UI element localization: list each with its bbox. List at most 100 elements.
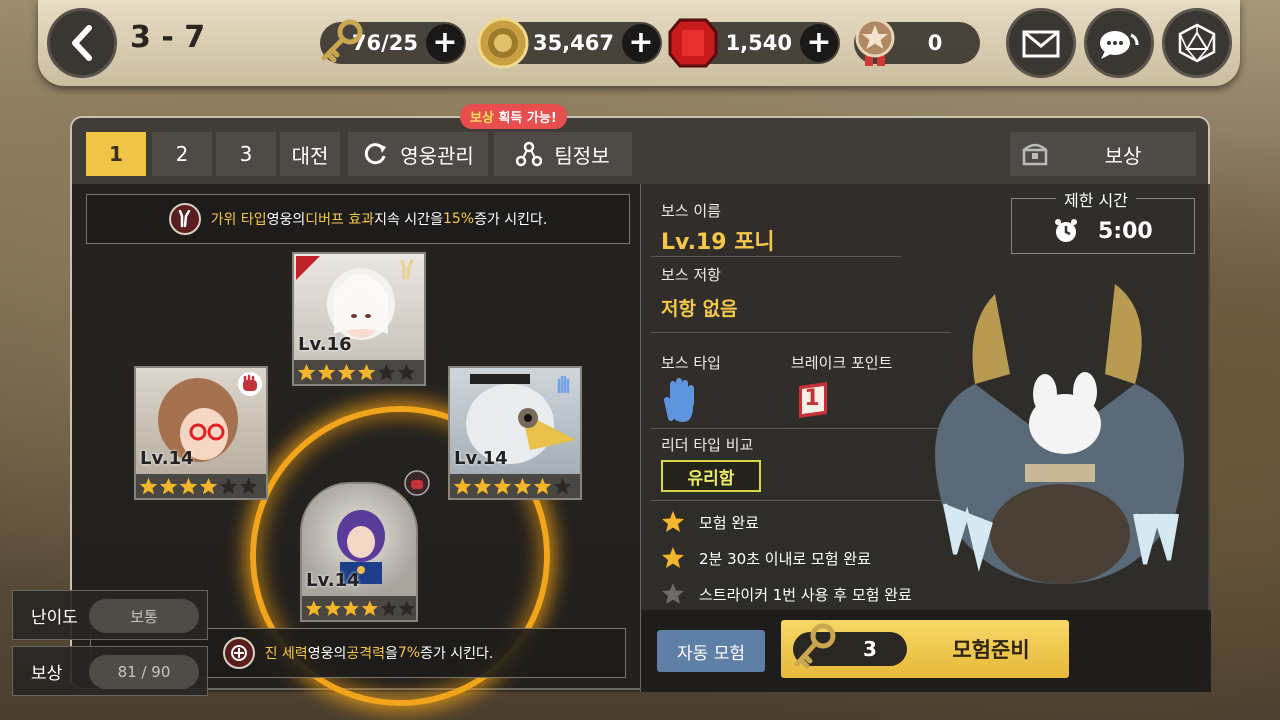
faction-emblem-icon [230,645,247,661]
alarm-clock-icon [1055,219,1077,242]
star-empty-icon [219,477,238,494]
medal-counter: 0 [854,18,980,66]
star-filled-icon [139,477,158,494]
boss-info: 보스 이름 Lv.19 포니 보스 저항 저항 없음 제한 시간 5:00 보스… [640,184,1211,692]
debuff-corner-icon [296,256,320,280]
tab-team-info[interactable]: 팀정보 [494,132,632,176]
star-filled-icon [199,477,218,494]
stage-panel: 1 2 3 대전 영웅관리 팀정보 보상 보상 획득 가능! 가위 타입 영웅의… [70,104,1211,706]
mission-item: 모험 완료 [661,510,759,534]
star-filled-icon [533,477,552,494]
adventure-ready-button[interactable]: 3 모험준비 [781,620,1069,678]
mission-item: 2분 30초 이내로 모험 완료 [661,546,871,570]
scissors-hand-icon [178,210,190,228]
star-filled-icon [179,477,198,494]
break-point-label: 브레이크 포인트 [791,354,893,372]
star-filled-icon [297,363,316,380]
ruby-icon [668,18,718,68]
tab-battle[interactable]: 대전 [280,132,340,176]
star-filled-icon [343,599,360,616]
gold-coin-icon [477,17,529,69]
break-point-value: 1 [804,386,820,411]
mission-text: 2분 30초 이내로 모험 완료 [699,549,871,568]
key-icon [794,623,836,669]
key-cost: 3 [793,623,907,669]
star-filled-icon [159,477,178,494]
time-limit-box: 제한 시간 5:00 [1011,187,1195,254]
adventure-ready-label: 모험준비 [952,638,1030,662]
star-empty-icon [397,363,416,380]
hero-stars [450,474,580,498]
refresh-icon [365,143,387,165]
star-empty-icon [399,599,416,616]
tab-team-2[interactable]: 2 [152,132,212,176]
mission-item: 스트라이커 1번 사용 후 모험 완료 [661,582,912,606]
star-filled-icon [513,477,532,494]
team-nodes-icon [516,141,543,167]
hero-slot-right[interactable]: Lv.14 [448,366,582,500]
paper-hand-icon [664,378,694,422]
time-limit-value: 5:00 [1098,219,1153,244]
hero-stars [302,596,416,620]
star-filled-icon [453,477,472,494]
stage-reward-progress[interactable]: 보상 81 / 90 [12,646,208,696]
difficulty-selector[interactable]: 난이도 보통 [12,590,208,640]
tab-hero-management[interactable]: 영웅관리 [348,132,488,176]
hero-slot-leader[interactable]: Lv.14 [300,482,418,622]
tab-team-1[interactable]: 1 [86,132,146,176]
key-cost-value: 3 [863,637,877,661]
d20-dice-icon [1178,23,1216,63]
paper-type-icon [557,375,570,394]
hero-stars [136,474,266,498]
tab-hero-management-label: 영웅관리 [400,143,474,168]
star-filled-icon [337,363,356,380]
gold-counter: 35,467 + [477,17,662,69]
mail-icon [1022,30,1060,58]
reward-available-tag: 보상 획득 가능! [460,104,567,129]
boss-resist: 저항 없음 [661,298,738,320]
key-icon [321,19,363,63]
mail-button[interactable] [1006,8,1076,78]
add-ruby-button[interactable]: + [800,24,838,62]
mission-text: 스트라이커 1번 사용 후 모험 완료 [699,585,912,604]
boss-name-label: 보스 이름 [661,202,721,220]
reward-button-label: 보상 [1104,143,1142,168]
back-button[interactable] [47,8,117,78]
stage-title: 3 - 7 [130,20,206,55]
star-empty-icon [377,363,396,380]
star-filled-icon [305,599,322,616]
auto-adventure-button[interactable]: 자동 모험 [657,630,765,672]
scissors-type-icon [400,259,414,280]
star-empty-icon [239,477,258,494]
reward-button[interactable]: 보상 [1010,132,1196,176]
chat-bubble-icon [1100,31,1139,59]
key-counter: 76/25 + [320,19,466,64]
stage-reward-label: 보상 [31,663,63,684]
star-filled-icon [662,547,684,568]
hero-level: Lv.14 [306,570,360,591]
hero-level: Lv.14 [140,448,194,469]
chevron-left-icon [72,25,92,61]
tab-team-3[interactable]: 3 [216,132,276,176]
dice-button[interactable] [1162,8,1232,78]
star-empty-icon [662,583,684,604]
star-filled-icon [357,363,376,380]
boss-name: Lv.19 포니 [661,230,775,255]
leader-compare-label: 리더 타입 비교 [661,436,754,454]
break-point-badge: 1 [793,380,831,420]
star-filled-icon [493,477,512,494]
leader-buff-top: 가위 타입 영웅의 디버프 효과 지속 시간을 15% 증가 시킨다. [86,194,630,244]
mission-text: 모험 완료 [699,513,759,532]
difficulty-value: 보통 [89,599,199,633]
time-limit-label: 제한 시간 [1056,187,1136,211]
star-filled-icon [317,363,336,380]
tab-team-info-label: 팀정보 [554,143,610,168]
star-filled-icon [662,511,684,532]
chat-button[interactable] [1084,8,1154,78]
leader-rock-type-icon [404,470,430,496]
add-key-button[interactable]: + [426,24,464,62]
action-bar: 자동 모험 3 모험준비 [641,610,1211,692]
hero-slot-left[interactable]: Lv.14 [134,366,268,500]
hero-slot-top[interactable]: Lv.16 [292,252,426,386]
add-gold-button[interactable]: + [622,24,660,62]
